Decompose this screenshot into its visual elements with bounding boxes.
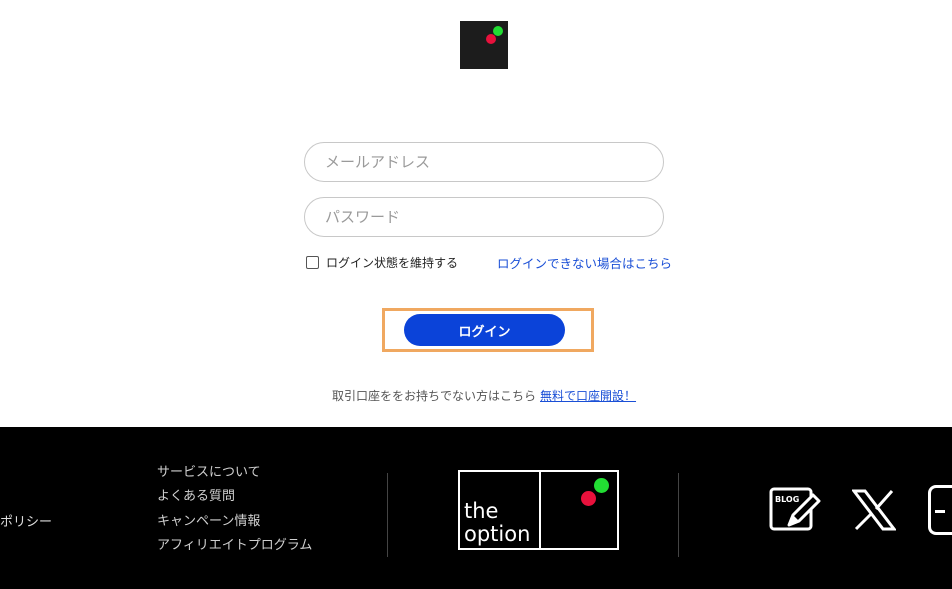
footer-link-faq[interactable]: よくある質問: [157, 485, 312, 509]
password-field[interactable]: [304, 197, 664, 237]
blog-label: BLOG: [775, 495, 799, 504]
footer-policy-link[interactable]: ポリシー: [0, 511, 52, 530]
login-button[interactable]: ログイン: [404, 314, 565, 346]
logo-divider: [539, 472, 541, 548]
brand-wordmark: the option: [464, 500, 530, 546]
x-icon[interactable]: [852, 489, 896, 531]
forgot-login-link[interactable]: ログインできない場合はこちら: [497, 253, 672, 272]
logo-icon[interactable]: [460, 21, 508, 69]
login-page: ログイン状態を維持する ログインできない場合はこちら ログイン 取引口座ををお持…: [0, 0, 952, 589]
footer: ポリシー サービスについて よくある質問 キャンペーン情報 アフィリエイトプログ…: [0, 427, 952, 589]
green-dot-icon: [594, 478, 609, 493]
blog-icon[interactable]: BLOG: [769, 487, 823, 533]
footer-links: サービスについて よくある質問 キャンペーン情報 アフィリエイトプログラム: [157, 461, 312, 558]
remember-label: ログイン状態を維持する: [326, 256, 459, 270]
footer-link-campaigns[interactable]: キャンペーン情報: [157, 510, 312, 534]
red-dot-icon: [581, 491, 596, 506]
remember-checkbox[interactable]: [306, 256, 319, 269]
footer-link-services[interactable]: サービスについて: [157, 461, 312, 485]
signup-link[interactable]: 無料で口座開設！: [540, 389, 636, 403]
remember-login[interactable]: ログイン状態を維持する: [306, 254, 458, 271]
footer-link-affiliate[interactable]: アフィリエイトプログラム: [157, 534, 312, 558]
partial-icon[interactable]: [928, 485, 952, 535]
footer-divider: [387, 473, 388, 557]
email-field[interactable]: [304, 142, 664, 182]
signup-text: 取引口座ををお持ちでない方はこちら: [332, 389, 537, 403]
footer-divider: [678, 473, 679, 557]
signup-prompt: 取引口座ををお持ちでない方はこちら 無料で口座開設！: [332, 387, 636, 404]
brand-line-2: option: [464, 522, 531, 546]
footer-brand-logo[interactable]: the option: [458, 470, 619, 550]
red-dot-icon: [486, 34, 496, 44]
brand-line-1: the: [464, 499, 499, 523]
